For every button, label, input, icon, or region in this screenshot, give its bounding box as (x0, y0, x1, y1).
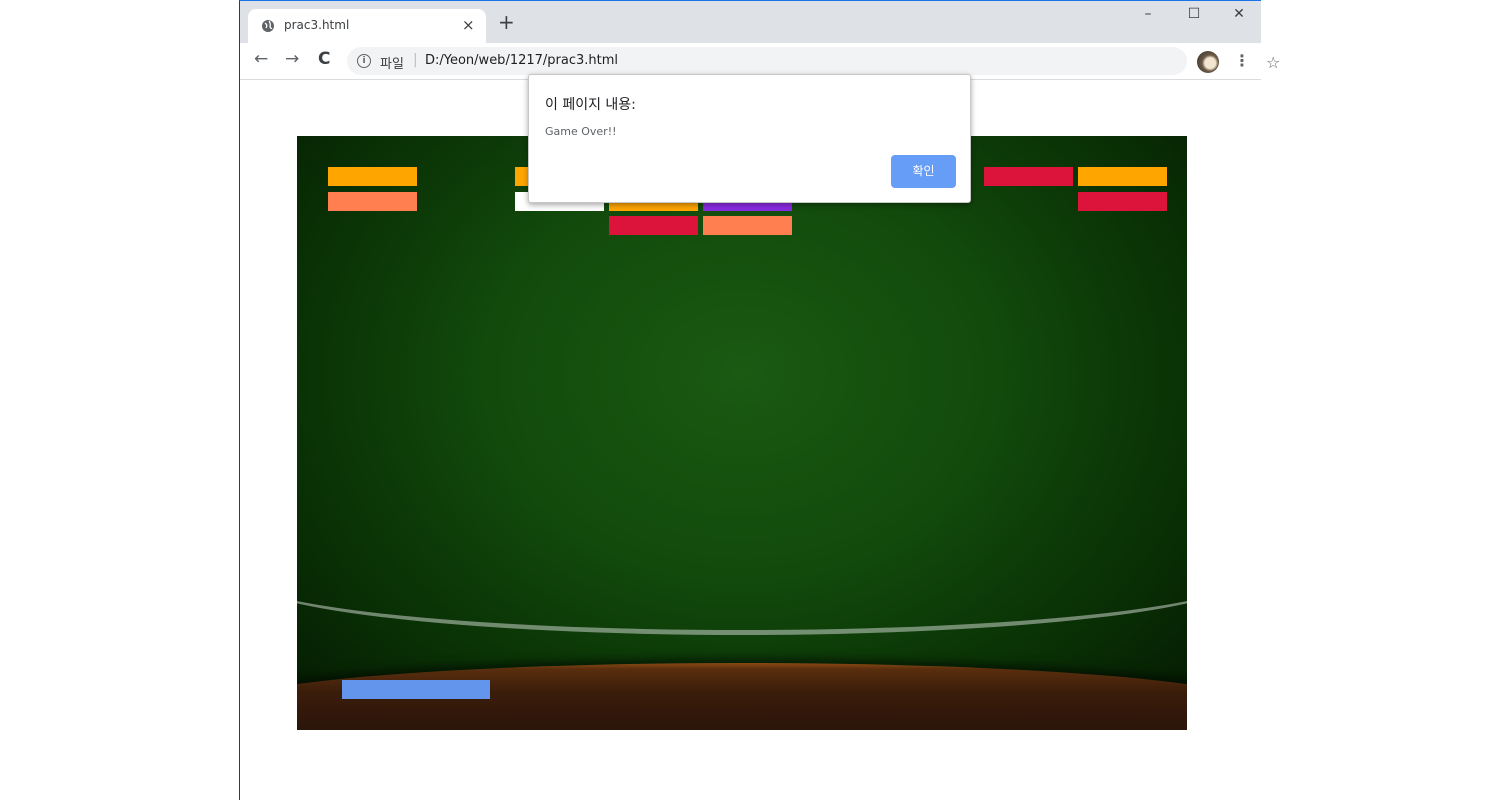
scheme-label: 파일 (380, 57, 404, 72)
alert-dialog: 이 페이지 내용: Game Over!! 확인 (528, 74, 971, 203)
close-window-icon[interactable]: ✕ (1224, 6, 1254, 22)
url-text[interactable]: D:/Yeon/web/1217/prac3.html (425, 53, 618, 68)
tab-prac3[interactable]: prac3.html × (248, 9, 486, 43)
bookmark-star-icon[interactable]: ☆ (1266, 53, 1280, 72)
tab-close-icon[interactable]: × (462, 16, 475, 34)
maximize-icon[interactable]: ☐ (1179, 6, 1209, 22)
tab-strip: prac3.html × + – ☐ ✕ (240, 1, 1261, 43)
address-separator: | (413, 52, 418, 68)
alert-title: 이 페이지 내용: (545, 97, 636, 113)
new-tab-button[interactable]: + (498, 12, 515, 32)
brick (703, 216, 792, 235)
profile-avatar[interactable] (1197, 51, 1219, 73)
brick (984, 167, 1073, 186)
brick (328, 192, 417, 211)
game-canvas[interactable] (297, 136, 1187, 730)
minimize-icon[interactable]: – (1133, 6, 1163, 22)
brick (1078, 167, 1167, 186)
paddle (342, 680, 490, 699)
globe-icon (262, 20, 274, 32)
alert-message: Game Over!! (545, 125, 617, 138)
brick (1078, 192, 1167, 211)
address-bar[interactable]: i 파일 | D:/Yeon/web/1217/prac3.html ☆ (347, 47, 1280, 75)
info-icon[interactable]: i (357, 54, 371, 68)
ok-button[interactable]: 확인 (891, 155, 956, 188)
menu-icon[interactable]: ⋮ (1234, 51, 1250, 70)
brick (609, 216, 698, 235)
reload-icon[interactable]: C (318, 49, 330, 69)
forward-icon[interactable]: → (285, 49, 299, 69)
brick (328, 167, 417, 186)
back-icon[interactable]: ← (254, 49, 268, 69)
tab-title: prac3.html (284, 18, 350, 32)
